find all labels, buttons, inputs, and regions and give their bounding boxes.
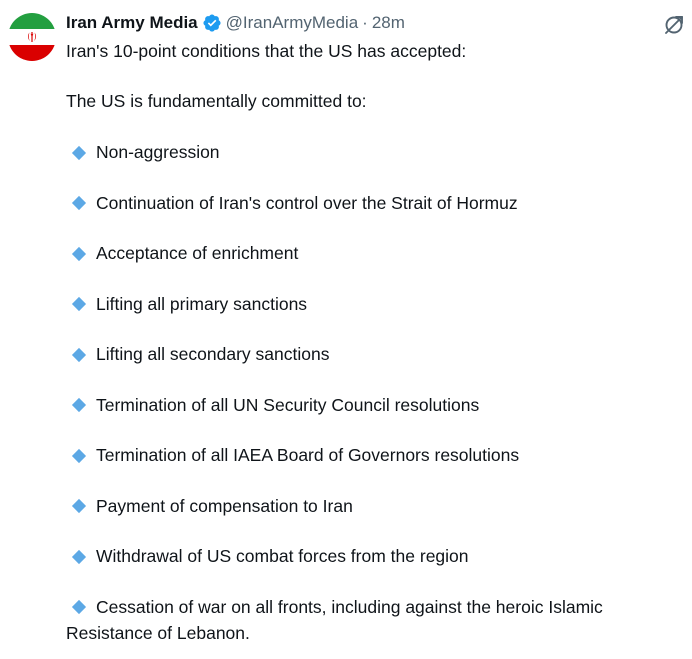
list-item-text: Lifting all secondary sanctions xyxy=(96,344,330,364)
timestamp[interactable]: 28m xyxy=(372,11,405,35)
blue-diamond-icon xyxy=(71,145,87,160)
blue-diamond-icon xyxy=(71,196,87,211)
list-item: Cessation of war on all fronts, includin… xyxy=(66,594,678,646)
list-item: Lifting all primary sanctions xyxy=(66,291,678,317)
blue-diamond-icon xyxy=(71,297,87,312)
list-item: Non-aggression xyxy=(66,139,678,165)
avatar[interactable] xyxy=(8,13,56,61)
list-item: Acceptance of enrichment xyxy=(66,240,678,266)
list-item-text: Cessation of war on all fronts, includin… xyxy=(66,596,603,643)
separator: · xyxy=(362,13,368,32)
list-item-text: Termination of all UN Security Council r… xyxy=(96,394,480,415)
blue-diamond-icon xyxy=(71,398,87,413)
post-lead: The US is fundamentally committed to: xyxy=(66,91,367,111)
iran-flag-icon xyxy=(8,13,56,61)
list-item-text: Withdrawal of US combat forces from the … xyxy=(96,546,469,566)
list-item-text: Non-aggression xyxy=(96,142,220,162)
blue-diamond-icon xyxy=(71,246,87,261)
tweet-text: Iran's 10-point conditions that the US h… xyxy=(66,38,678,646)
list-item-text: Continuation of Iran's control over the … xyxy=(96,192,518,213)
list-item: Continuation of Iran's control over the … xyxy=(66,190,678,216)
list-item-text: Payment of compensation to Iran xyxy=(96,495,353,516)
list-item: Lifting all secondary sanctions xyxy=(66,341,678,367)
grok-slash-circle-icon[interactable] xyxy=(663,14,685,36)
blue-diamond-icon xyxy=(71,499,87,514)
conditions-list: Non-aggression Continuation of Iran's co… xyxy=(66,139,678,646)
list-item-text: Acceptance of enrichment xyxy=(96,243,299,263)
blue-diamond-icon xyxy=(71,549,87,564)
tweet[interactable]: Iran Army Media @IranArmyMedia · 28m Ira… xyxy=(0,0,692,659)
blue-diamond-icon xyxy=(71,600,87,615)
tweet-header: Iran Army Media @IranArmyMedia · 28m xyxy=(66,11,405,35)
list-item: Termination of all IAEA Board of Governo… xyxy=(66,442,678,468)
blue-diamond-icon xyxy=(71,347,87,362)
list-item-text: Termination of all IAEA Board of Governo… xyxy=(96,445,520,465)
list-item-text: Lifting all primary sanctions xyxy=(96,293,308,314)
list-item: Payment of compensation to Iran xyxy=(66,493,678,519)
post-intro: Iran's 10-point conditions that the US h… xyxy=(66,41,467,61)
blue-diamond-icon xyxy=(71,448,87,463)
verified-badge-icon[interactable] xyxy=(202,13,222,33)
list-item: Withdrawal of US combat forces from the … xyxy=(66,543,678,569)
list-item: Termination of all UN Security Council r… xyxy=(66,392,678,418)
author-handle[interactable]: @IranArmyMedia xyxy=(226,11,359,35)
author-name[interactable]: Iran Army Media xyxy=(66,11,198,35)
